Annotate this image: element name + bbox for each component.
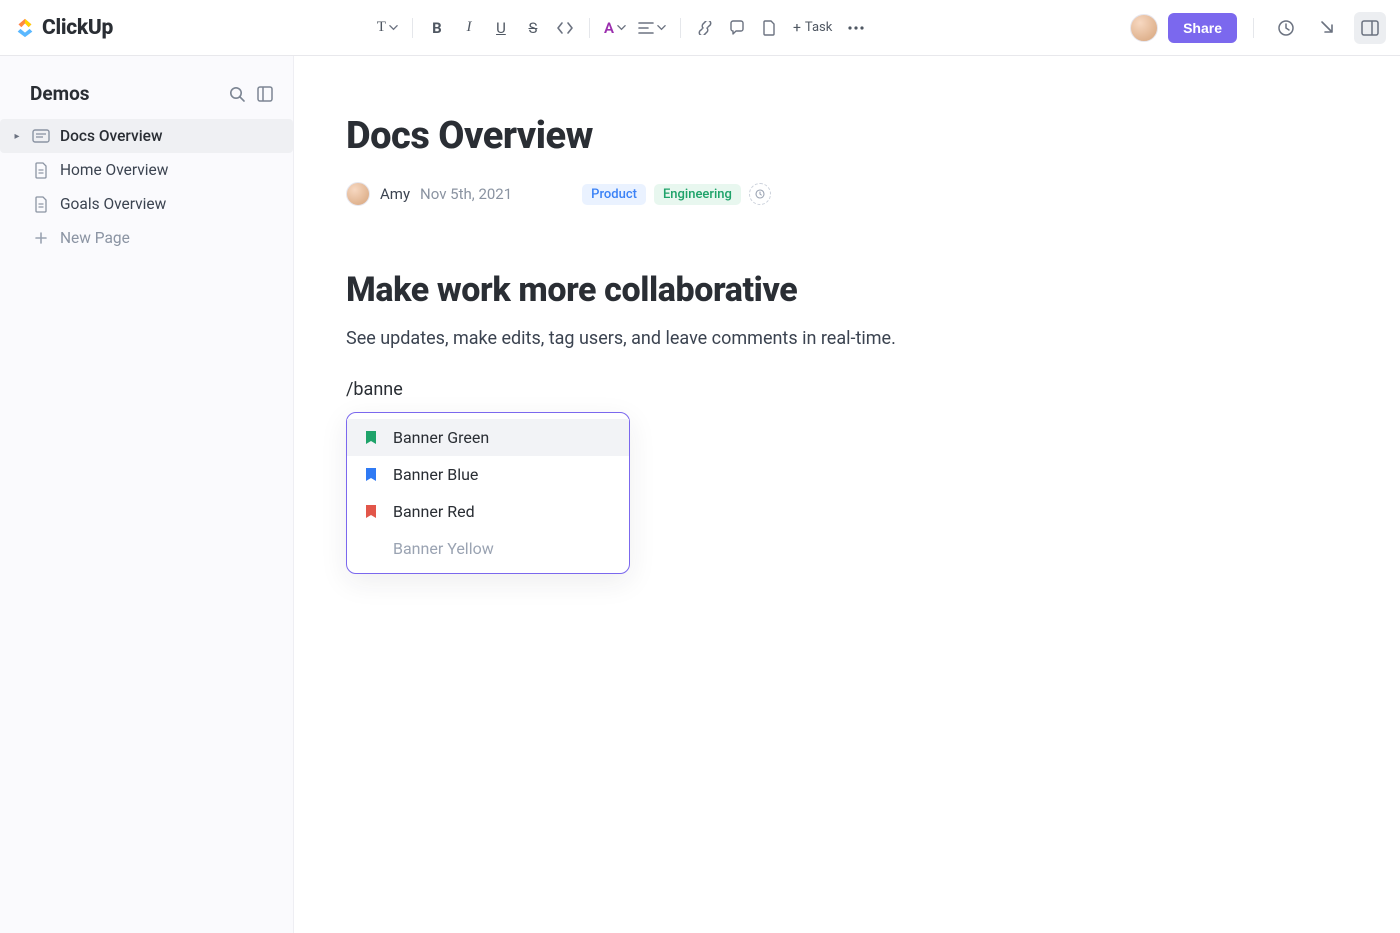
underline-button[interactable]: U: [487, 14, 515, 42]
chevron-down-icon: [617, 23, 626, 32]
page-title[interactable]: Docs Overview: [346, 114, 1254, 158]
banner-icon: [363, 467, 379, 483]
top-toolbar: ClickUp T B I U S A: [0, 0, 1400, 56]
slash-command-input[interactable]: /banne: [346, 379, 1254, 400]
brand-logo[interactable]: ClickUp: [14, 16, 113, 40]
chevron-down-icon: [389, 23, 398, 32]
italic-button[interactable]: I: [455, 14, 483, 42]
sidebar-search-button[interactable]: [227, 84, 247, 104]
page-icon: [762, 20, 776, 36]
sidebar-header: Demos: [0, 76, 293, 119]
panel-toggle-button[interactable]: [1354, 12, 1386, 44]
code-icon: [556, 21, 574, 35]
popover-item-label: Banner Green: [393, 428, 489, 447]
sidebar-title: Demos: [30, 82, 90, 105]
doc-icon: [32, 195, 50, 213]
sidebar-collapse-button[interactable]: [255, 84, 275, 104]
brand-name: ClickUp: [42, 16, 113, 40]
comment-icon: [729, 20, 745, 36]
clickup-logo-icon: [14, 17, 36, 39]
bold-button[interactable]: B: [423, 14, 451, 42]
page-settings-button[interactable]: [755, 14, 783, 42]
toolbar-separator: [680, 18, 681, 38]
download-button[interactable]: [1312, 12, 1344, 44]
chevron-down-icon: [657, 23, 666, 32]
code-button[interactable]: [551, 14, 579, 42]
text-color-dropdown[interactable]: A: [600, 14, 630, 42]
text-style-dropdown[interactable]: T: [373, 14, 402, 42]
chevron-right-icon: ▸: [12, 131, 22, 142]
sidebar-item-home-overview[interactable]: Home Overview: [0, 153, 293, 187]
toolbar-separator: [1253, 18, 1254, 38]
panel-left-icon: [256, 85, 274, 103]
clock-icon: [1277, 19, 1295, 37]
link-button[interactable]: [691, 14, 719, 42]
sidebar-new-page[interactable]: New Page: [0, 221, 293, 255]
doc-landscape-icon: [32, 127, 50, 145]
toolbar-right: Share: [1130, 12, 1386, 44]
author-name: Amy: [380, 185, 410, 203]
link-icon: [696, 21, 714, 35]
banner-icon-placeholder: [363, 541, 379, 557]
popover-item-banner-yellow[interactable]: Banner Yellow: [347, 530, 629, 567]
sidebar-items: ▸ Docs Overview Home Overview Goals Over…: [0, 119, 293, 255]
banner-icon: [363, 504, 379, 520]
section-heading[interactable]: Make work more collaborative: [346, 270, 1254, 310]
doc-tags: Product Engineering: [582, 183, 771, 205]
share-button[interactable]: Share: [1168, 13, 1237, 43]
history-button[interactable]: [1270, 12, 1302, 44]
sidebar-item-label: Goals Overview: [60, 195, 166, 213]
popover-item-banner-red[interactable]: Banner Red: [347, 493, 629, 530]
popover-item-banner-blue[interactable]: Banner Blue: [347, 456, 629, 493]
formatting-toolbar: T B I U S A + Task: [121, 14, 1122, 42]
popover-item-label: Banner Yellow: [393, 539, 494, 558]
doc-date: Nov 5th, 2021: [420, 185, 512, 203]
comment-button[interactable]: [723, 14, 751, 42]
align-dropdown[interactable]: [634, 14, 670, 42]
search-icon: [228, 85, 246, 103]
more-horizontal-icon: [848, 26, 864, 30]
popover-item-label: Banner Blue: [393, 465, 478, 484]
add-tag-button[interactable]: [749, 183, 771, 205]
plus-icon: +: [793, 20, 801, 36]
doc-meta: Amy Nov 5th, 2021 Product Engineering: [346, 182, 1254, 206]
plus-icon: [32, 229, 50, 247]
author-avatar[interactable]: [346, 182, 370, 206]
banner-icon: [363, 430, 379, 446]
panel-right-icon: [1361, 20, 1379, 36]
sidebar-item-label: Docs Overview: [60, 127, 162, 145]
download-arrow-icon: [1319, 19, 1337, 37]
more-button[interactable]: [842, 14, 870, 42]
toolbar-separator: [589, 18, 590, 38]
strikethrough-button[interactable]: S: [519, 14, 547, 42]
align-left-icon: [638, 22, 654, 34]
sidebar-item-label: Home Overview: [60, 161, 168, 179]
slash-command-popover: Banner Green Banner Blue Banner Red Bann…: [346, 412, 630, 574]
popover-item-banner-green[interactable]: Banner Green: [347, 419, 629, 456]
clock-small-icon: [755, 189, 765, 199]
sidebar-item-label: New Page: [60, 229, 130, 247]
sidebar: Demos ▸ Docs Overview: [0, 56, 294, 933]
tag-engineering[interactable]: Engineering: [654, 184, 741, 205]
sidebar-item-goals-overview[interactable]: Goals Overview: [0, 187, 293, 221]
main-layout: Demos ▸ Docs Overview: [0, 56, 1400, 933]
doc-icon: [32, 161, 50, 179]
toolbar-separator: [412, 18, 413, 38]
body-paragraph[interactable]: See updates, make edits, tag users, and …: [346, 328, 1254, 349]
sidebar-item-docs-overview[interactable]: ▸ Docs Overview: [0, 119, 293, 153]
add-task-button[interactable]: + Task: [787, 14, 838, 42]
user-avatar[interactable]: [1130, 14, 1158, 42]
document-area[interactable]: Docs Overview Amy Nov 5th, 2021 Product …: [294, 56, 1400, 933]
popover-item-label: Banner Red: [393, 502, 475, 521]
tag-product[interactable]: Product: [582, 184, 646, 205]
